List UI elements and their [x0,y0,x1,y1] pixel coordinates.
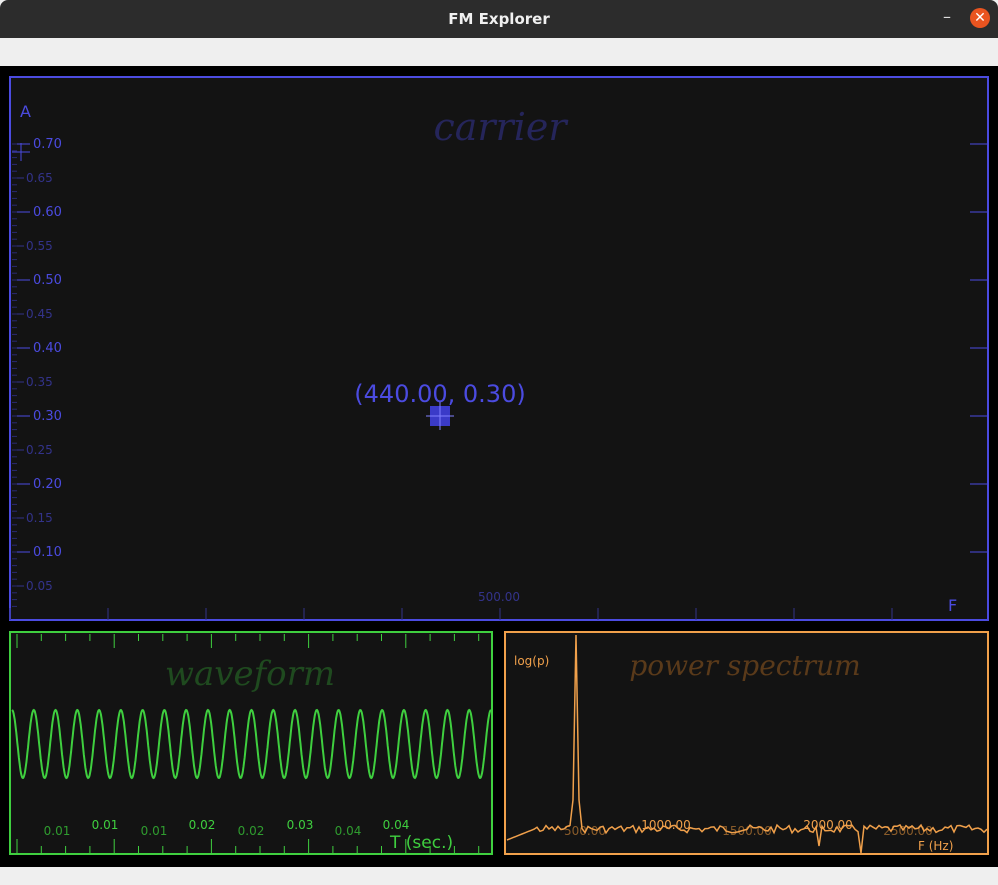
waveform-panel: waveform 0.01 0.01 0.01 0.02 0.02 0.03 0… [9,631,493,855]
window-title: FM Explorer [448,10,550,28]
close-icon[interactable]: ✕ [970,8,990,28]
waveform-tick-major-4: 0.04 [383,818,410,832]
carrier-panel[interactable]: carrier A F 0.70 0.60 0.50 0.40 0.30 0.20 0.10… [9,76,989,621]
minimize-icon[interactable]: – [938,6,956,30]
waveform-tick-minor-3: 0.02 [238,824,265,838]
carrier-y-tick-label: 0.10 [33,545,62,560]
waveform-tick-major-2: 0.02 [189,818,216,832]
carrier-y-minor-label: 0.55 [26,239,53,253]
waveform-tick-major-3: 0.03 [287,818,314,832]
spectrum-tick-minor-2: 1500.00 [722,824,772,838]
title-bar: FM Explorer – ✕ [0,0,998,38]
carrier-y-tick-label: 0.60 [33,205,62,220]
carrier-y-minor-label: 0.05 [26,579,53,593]
carrier-title: carrier [433,105,569,149]
waveform-tick-major-1: 0.01 [92,818,119,832]
carrier-x-tick-label: 500.00 [478,590,520,604]
carrier-y-minor-label: 0.45 [26,307,53,321]
carrier-y-minor-label: 0.35 [26,375,53,389]
carrier-y-tick-label: 0.20 [33,477,62,492]
waveform-tick-minor-1: 0.01 [44,824,71,838]
carrier-y-tick-label: 0.40 [33,341,62,356]
carrier-y-tick-label: 0.70 [33,137,62,152]
spectrum-x-axis-label: F (Hz) [918,839,953,853]
status-bar [0,867,998,885]
spectrum-y-axis-label: log(p) [514,654,549,668]
carrier-y-minor-label: 0.25 [26,443,53,457]
carrier-x-axis-label: F [948,596,957,615]
canvas-area: carrier A F 0.70 0.60 0.50 0.40 0.30 0.20 0.10… [0,66,998,867]
waveform-x-axis-label: T (sec.) [389,833,453,853]
waveform-tick-minor-4: 0.04 [335,824,362,838]
spectrum-panel: power spectrum log(p) 500.00 1000.00 150… [504,631,989,855]
carrier-y-minor-label: 0.65 [26,171,53,185]
carrier-y-axis-label: A [20,102,31,121]
spectrum-title: power spectrum [629,649,860,682]
carrier-frame [9,76,989,621]
carrier-y-tick-label: 0.30 [33,409,62,424]
menu-bar [0,38,998,66]
carrier-y-tick-label: 0.50 [33,273,62,288]
waveform-tick-minor-2: 0.01 [141,824,168,838]
carrier-y-minor-label: 0.15 [26,511,53,525]
waveform-title: waveform [165,654,335,694]
